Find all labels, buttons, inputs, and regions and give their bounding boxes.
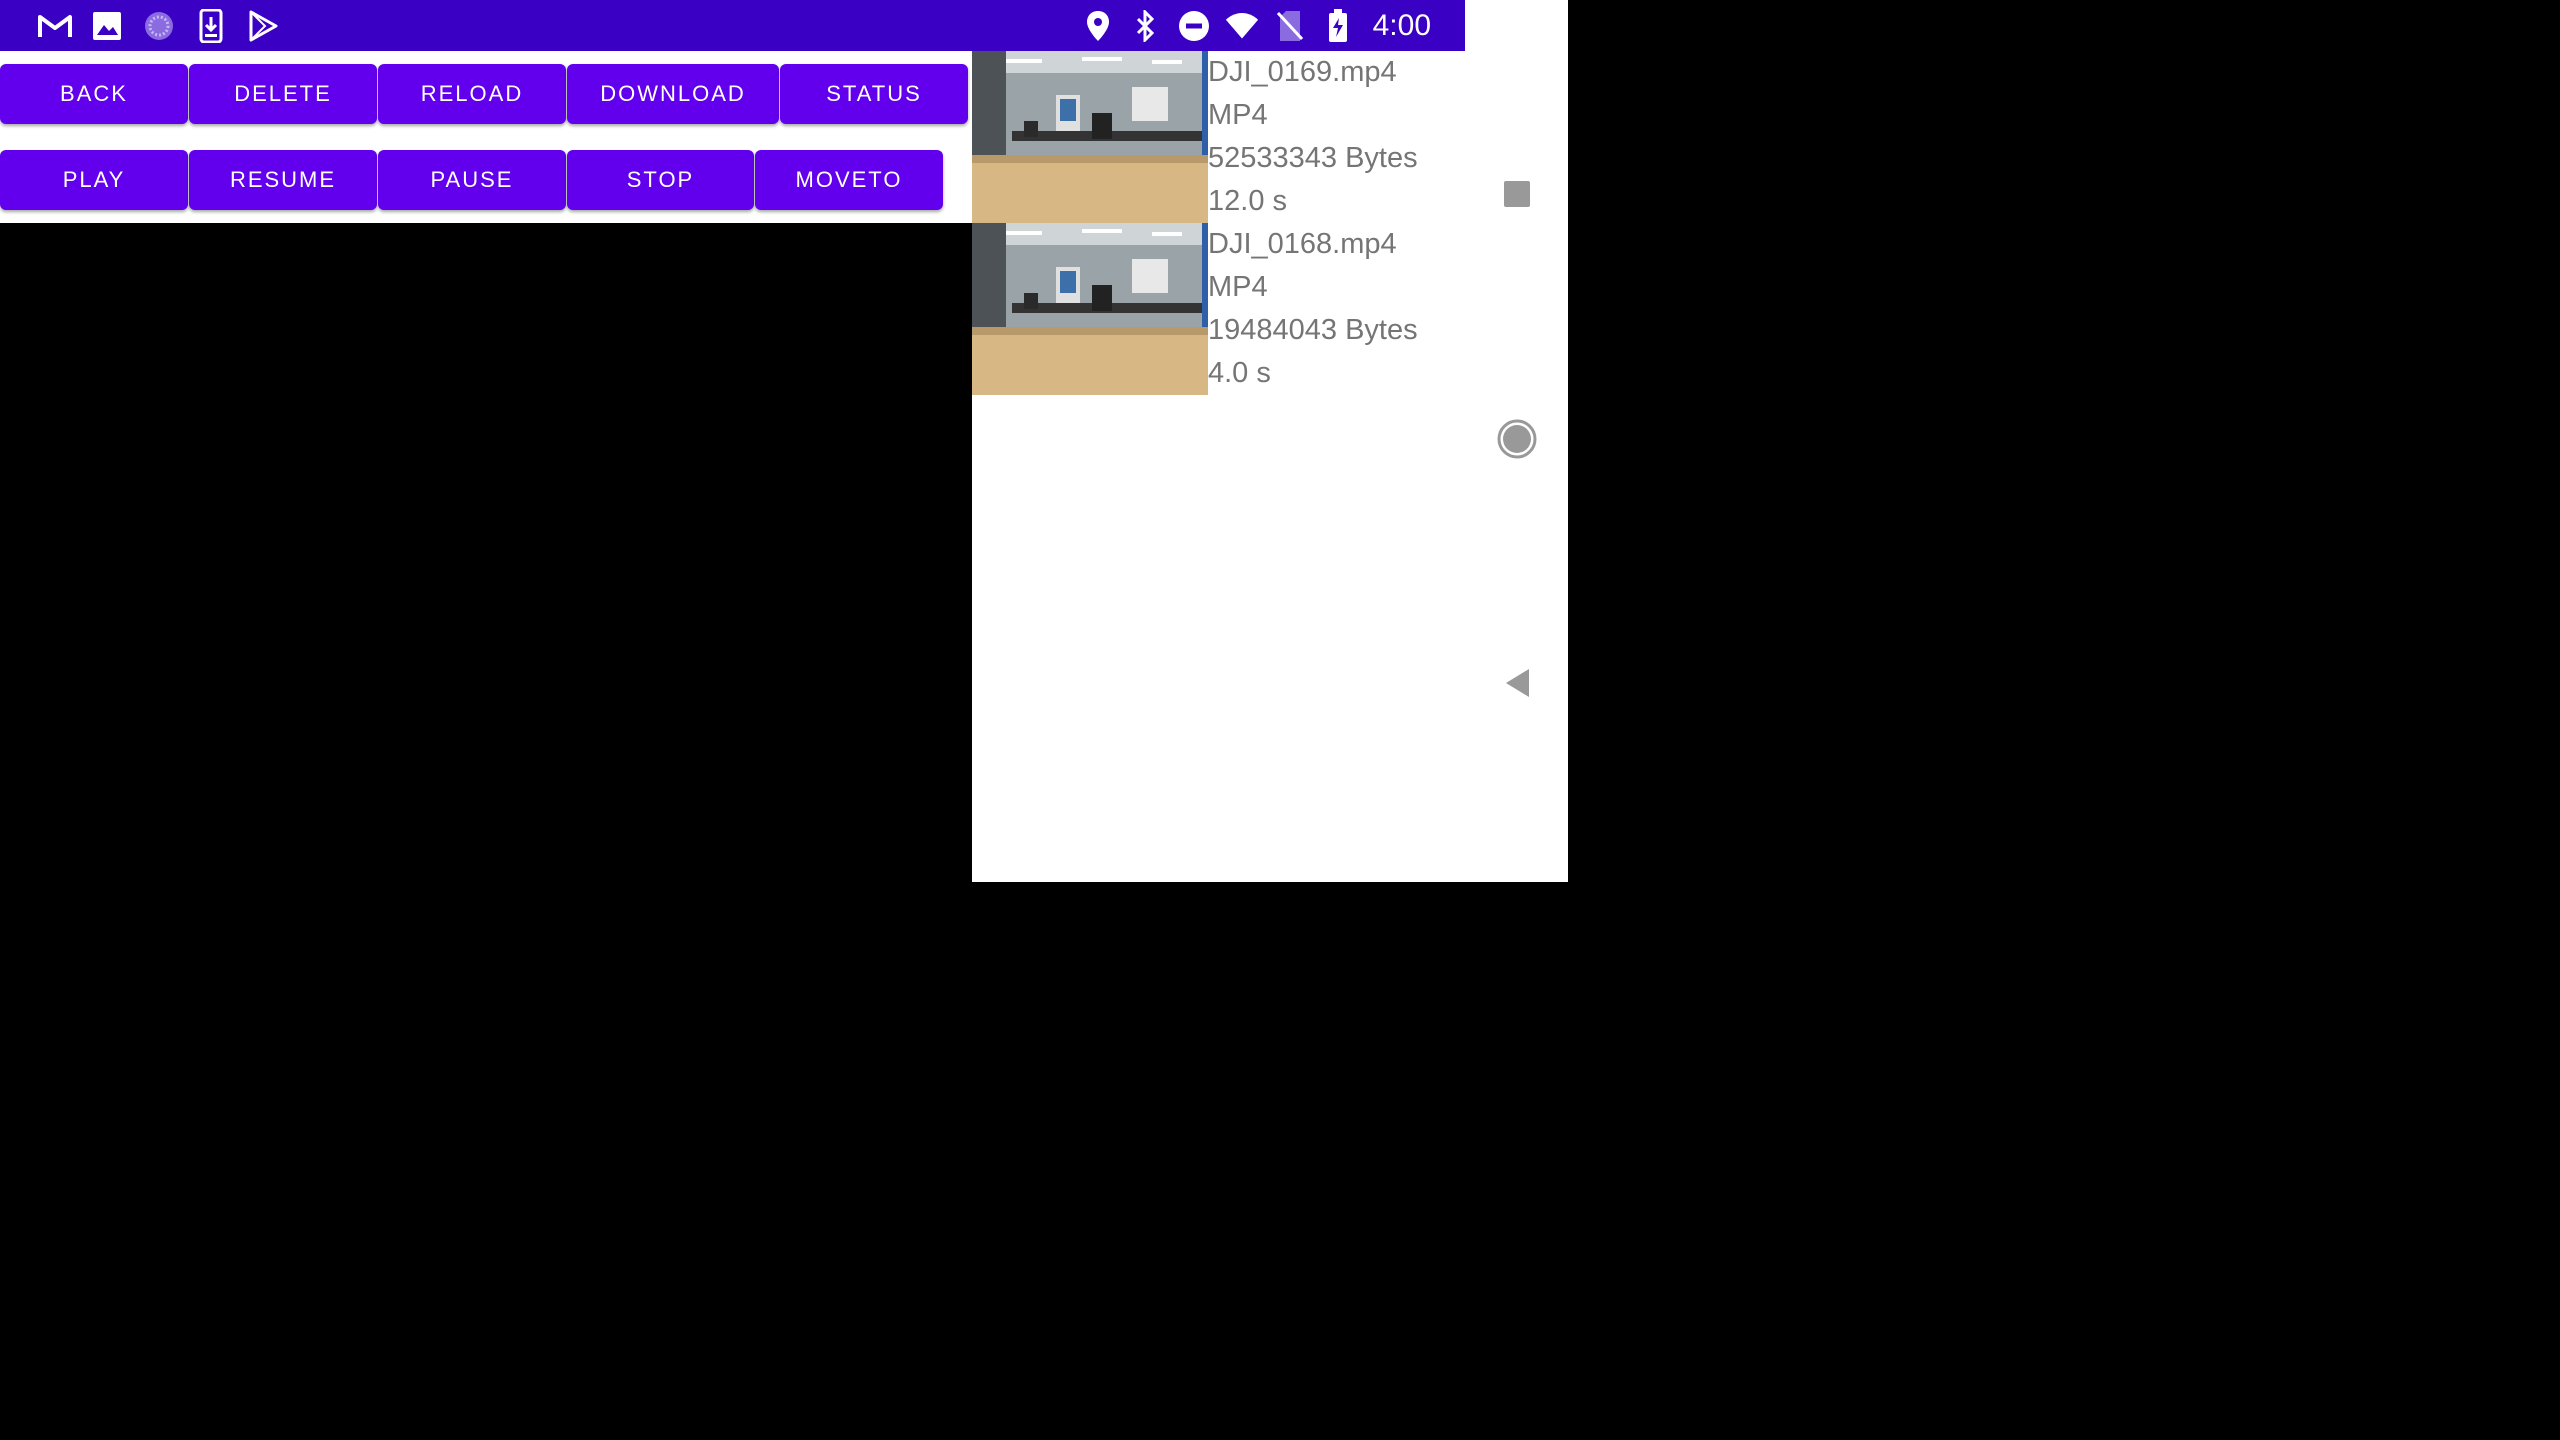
play-store-icon xyxy=(246,9,280,43)
play-button[interactable]: PLAY xyxy=(0,150,188,210)
sync-spinner-icon xyxy=(142,9,176,43)
file-size: 19484043 Bytes xyxy=(1208,314,1418,346)
bluetooth-icon xyxy=(1129,9,1163,43)
recents-icon xyxy=(1503,180,1531,213)
video-thumbnail xyxy=(972,51,1208,223)
download-button[interactable]: DOWNLOAD xyxy=(567,64,779,124)
file-duration: 4.0 s xyxy=(1208,357,1271,389)
recents-button[interactable] xyxy=(1465,176,1568,216)
gmail-icon xyxy=(38,9,72,43)
file-type: MP4 xyxy=(1208,99,1268,131)
file-name: DJI_0168.mp4 xyxy=(1208,228,1397,260)
status-button[interactable]: STATUS xyxy=(780,64,968,124)
video-thumbnail xyxy=(972,223,1208,395)
no-sim-icon xyxy=(1273,9,1307,43)
download-icon xyxy=(194,9,228,43)
home-icon xyxy=(1496,418,1538,465)
clock: 4:00 xyxy=(1372,9,1431,42)
resume-button[interactable]: RESUME xyxy=(189,150,377,210)
file-info: DJI_0169.mp4 MP4 52533343 Bytes 12.0 s xyxy=(1208,51,1465,223)
battery-charging-icon xyxy=(1321,9,1355,43)
home-button[interactable] xyxy=(1465,418,1568,464)
file-list-item[interactable]: DJI_0169.mp4 MP4 52533343 Bytes 12.0 s xyxy=(972,51,1465,223)
control-panel: BACK DELETE RELOAD DOWNLOAD STATUS PLAY … xyxy=(0,51,972,223)
back-nav-button[interactable] xyxy=(1465,668,1568,702)
back-icon xyxy=(1503,667,1531,704)
back-button[interactable]: BACK xyxy=(0,64,188,124)
moveto-button[interactable]: MOVETO xyxy=(755,150,943,210)
delete-button[interactable]: DELETE xyxy=(189,64,377,124)
file-info: DJI_0168.mp4 MP4 19484043 Bytes 4.0 s xyxy=(1208,223,1465,395)
reload-button[interactable]: RELOAD xyxy=(378,64,566,124)
gallery-icon xyxy=(90,9,124,43)
location-icon xyxy=(1081,9,1115,43)
file-duration: 12.0 s xyxy=(1208,185,1287,217)
file-list-item[interactable]: DJI_0168.mp4 MP4 19484043 Bytes 4.0 s xyxy=(972,223,1465,395)
file-size: 52533343 Bytes xyxy=(1208,142,1418,174)
status-bar: 4:00 xyxy=(0,0,1465,51)
pause-button[interactable]: PAUSE xyxy=(378,150,566,210)
do-not-disturb-icon xyxy=(1177,9,1211,43)
stop-button[interactable]: STOP xyxy=(567,150,754,210)
video-surface[interactable] xyxy=(0,223,972,882)
navigation-bar xyxy=(1465,0,1568,882)
wifi-icon xyxy=(1225,9,1259,43)
file-type: MP4 xyxy=(1208,271,1268,303)
media-file-list: DJI_0169.mp4 MP4 52533343 Bytes 12.0 s D… xyxy=(972,51,1465,882)
file-name: DJI_0169.mp4 xyxy=(1208,56,1397,88)
system-icons: 4:00 xyxy=(1081,7,1431,45)
notification-icons xyxy=(38,9,280,43)
